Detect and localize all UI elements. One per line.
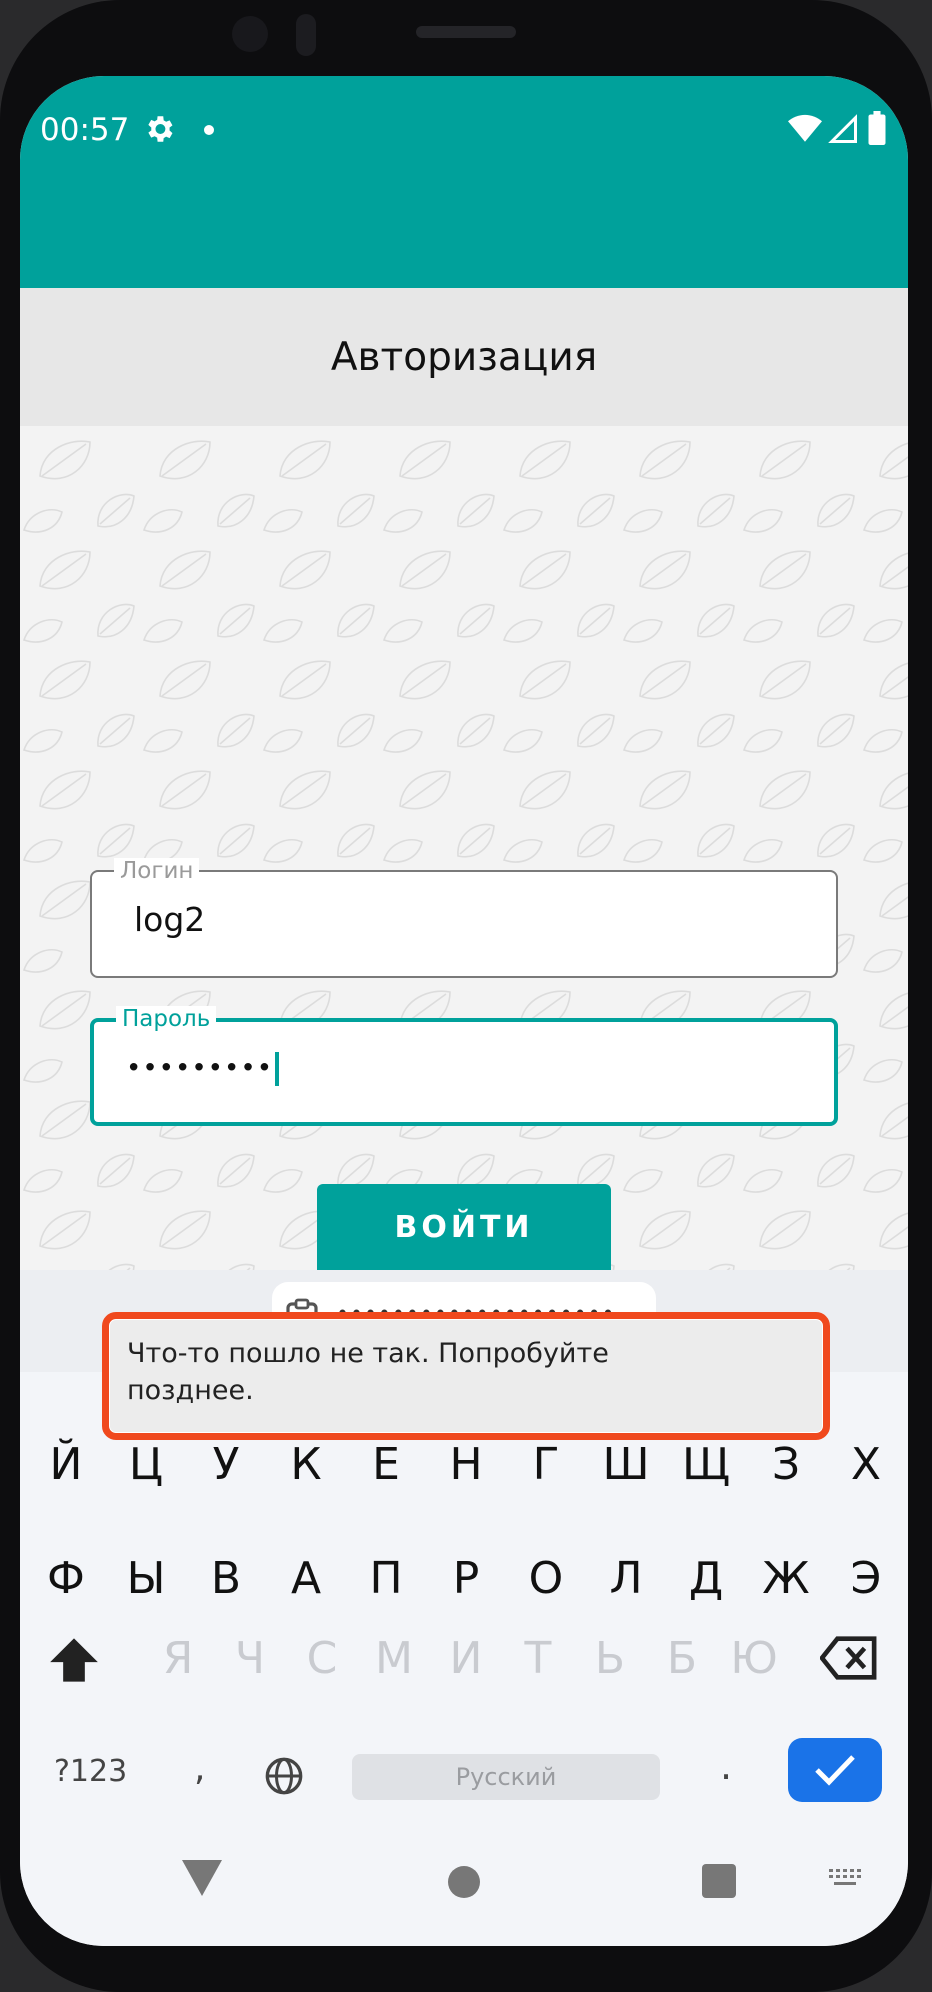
earpiece-speaker — [416, 26, 516, 38]
password-masked-text: ••••••••• — [126, 1053, 274, 1084]
login-field-value: log2 — [134, 900, 206, 939]
key[interactable]: М — [354, 1608, 434, 1708]
login-field-label: Логин — [114, 858, 200, 884]
leaf-background-pattern — [20, 426, 908, 1270]
keyboard-switch-icon[interactable] — [828, 1868, 862, 1890]
period-key[interactable]: . — [720, 1744, 732, 1788]
password-field-value: ••••••••• — [126, 1052, 280, 1086]
key[interactable]: Б — [642, 1608, 722, 1708]
login-button[interactable]: ВОЙТИ — [317, 1184, 611, 1270]
symbols-key[interactable]: ?123 — [54, 1754, 127, 1789]
key[interactable]: Т — [498, 1608, 578, 1708]
key[interactable]: Х — [826, 1414, 906, 1514]
keyboard-row-3: Я Ч С М И Т Ь Б Ю — [20, 1608, 908, 1708]
home-icon[interactable] — [448, 1866, 480, 1898]
page-title: Авторизация — [330, 334, 598, 380]
front-camera — [232, 16, 268, 52]
proximity-sensor — [296, 14, 316, 56]
status-time: 00:57 — [40, 112, 130, 148]
toast-message: Что-то пошло не так. Попробуйте позднее. — [127, 1338, 609, 1406]
cellular-signal-icon — [828, 114, 857, 143]
key[interactable]: С — [282, 1608, 362, 1708]
space-bar[interactable]: Русский — [352, 1754, 660, 1800]
key[interactable]: И — [426, 1608, 506, 1708]
battery-icon — [868, 111, 886, 145]
checkmark-icon — [815, 1755, 855, 1786]
key[interactable]: Ч — [210, 1608, 290, 1708]
settings-gear-icon — [148, 116, 173, 142]
system-navigation-bar — [20, 1836, 908, 1946]
recents-icon[interactable] — [702, 1864, 736, 1898]
globe-icon[interactable] — [264, 1756, 304, 1796]
key[interactable]: Я — [138, 1608, 218, 1708]
enter-button[interactable] — [788, 1738, 882, 1802]
key[interactable]: Ю — [714, 1608, 794, 1708]
back-icon[interactable] — [182, 1860, 222, 1896]
phone-screen: 00:57 Авторизация Логин log2 Пароль ••••… — [20, 76, 908, 1946]
backspace-icon[interactable] — [820, 1636, 878, 1680]
key[interactable]: Ь — [570, 1608, 650, 1708]
login-field[interactable]: Логин log2 — [90, 858, 838, 978]
onscreen-keyboard: Й Ц У К Е Н Г Ш Щ З Х Ф Ы В А П Р О Л Д … — [20, 1372, 908, 1946]
notification-dot — [204, 125, 214, 135]
password-field[interactable]: Пароль ••••••••• — [90, 1006, 838, 1126]
wifi-icon — [788, 114, 822, 142]
shift-icon[interactable] — [48, 1634, 100, 1686]
status-bar: 00:57 — [20, 76, 908, 288]
password-field-label: Пароль — [116, 1006, 217, 1032]
comma-key[interactable]: , — [194, 1748, 205, 1789]
error-toast: Что-то пошло не так. Попробуйте позднее. — [102, 1312, 830, 1440]
key[interactable]: Й — [26, 1414, 106, 1514]
login-form-area: Логин log2 Пароль ••••••••• ВОЙТИ — [20, 426, 908, 1270]
text-caret — [275, 1052, 280, 1086]
app-title-bar: Авторизация — [20, 288, 908, 426]
